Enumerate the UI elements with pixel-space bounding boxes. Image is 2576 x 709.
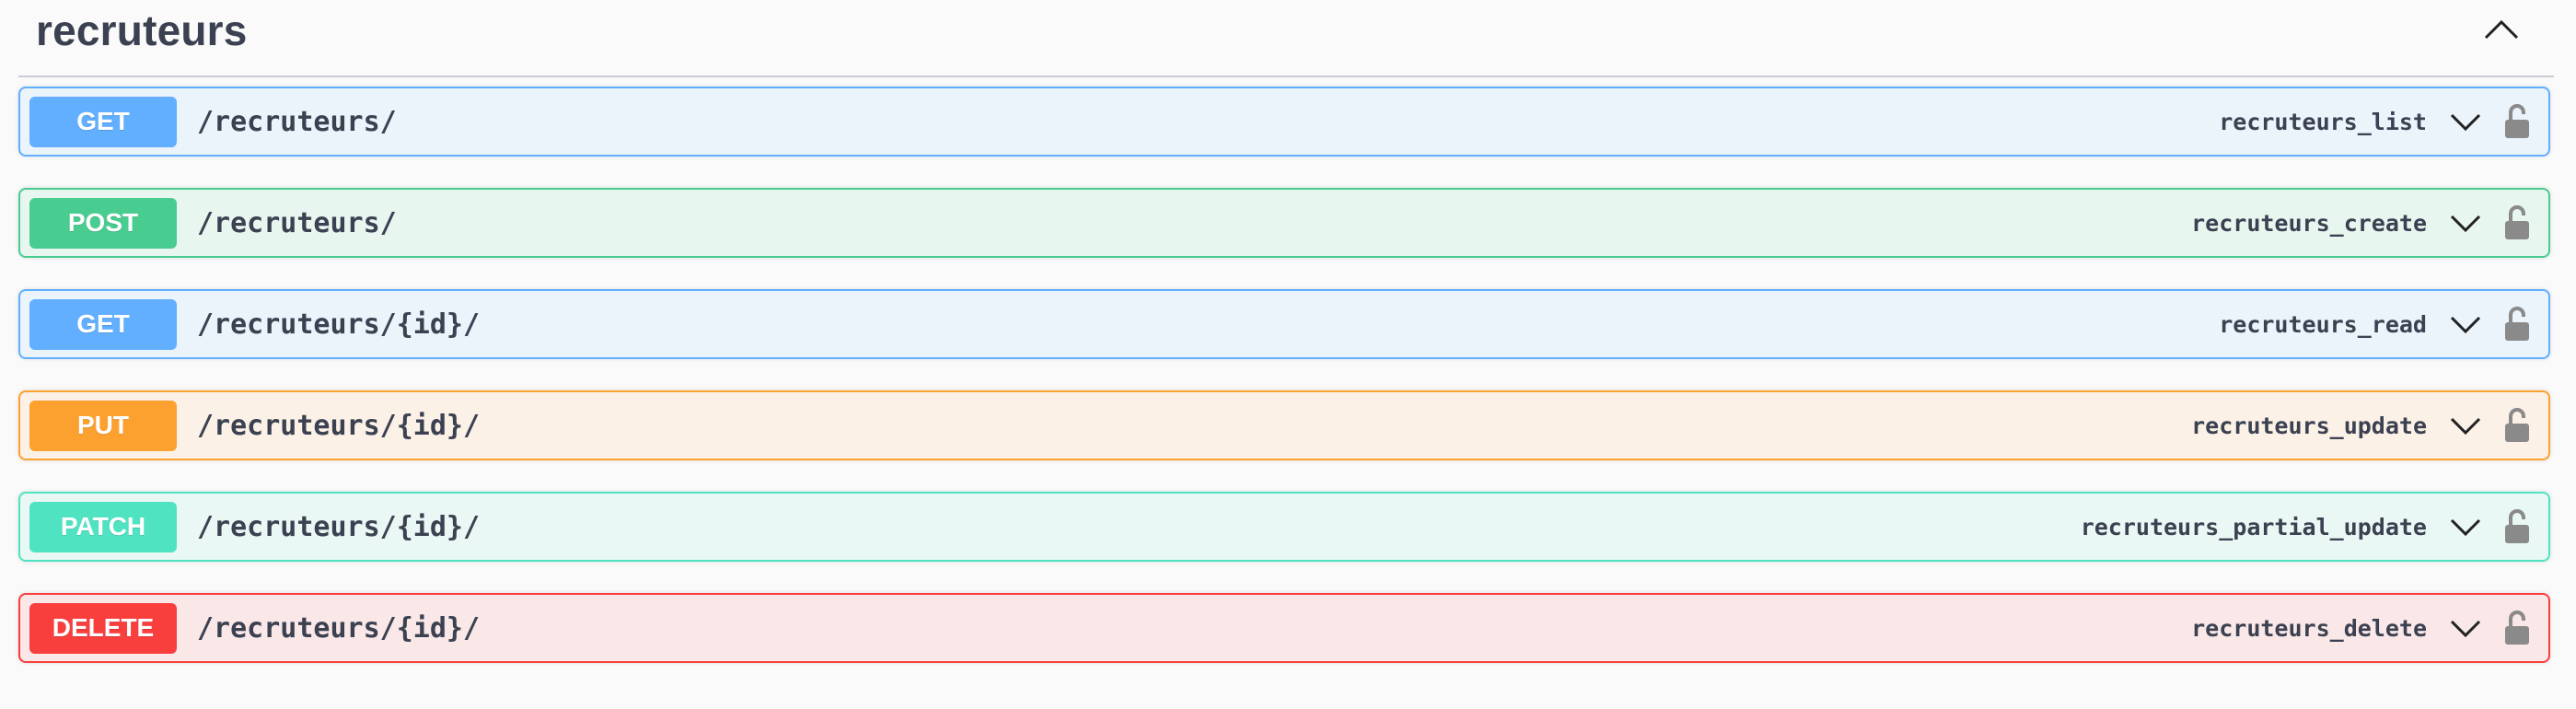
method-badge: GET [29, 96, 177, 147]
operation-path: /recruteurs/{id}/ [197, 308, 481, 341]
operation-id: recruteurs_partial_update [2080, 513, 2427, 540]
method-badge: PATCH [29, 501, 177, 552]
operation-id: recruteurs_list [2219, 108, 2427, 135]
operation-delete-recruteurs-delete[interactable]: DELETE /recruteurs/{id}/ recruteurs_dele… [18, 593, 2550, 663]
method-badge: POST [29, 197, 177, 249]
unlocked-icon[interactable] [2499, 99, 2535, 144]
operation-put-recruteurs-update[interactable]: PUT /recruteurs/{id}/ recruteurs_update [18, 390, 2550, 460]
unlocked-icon[interactable] [2499, 201, 2535, 245]
method-badge: GET [29, 298, 177, 350]
unlocked-icon[interactable] [2499, 505, 2535, 549]
operation-path: /recruteurs/{id}/ [197, 611, 481, 645]
operation-path: /recruteurs/ [197, 105, 397, 138]
operation-path: /recruteurs/{id}/ [197, 510, 481, 543]
unlocked-icon[interactable] [2499, 403, 2535, 447]
operation-path: /recruteurs/ [197, 206, 397, 239]
operation-id: recruteurs_create [2191, 209, 2427, 237]
operation-patch-recruteurs-partial-update[interactable]: PATCH /recruteurs/{id}/ recruteurs_parti… [18, 492, 2550, 562]
unlocked-icon[interactable] [2499, 302, 2535, 346]
operation-id: recruteurs_delete [2191, 614, 2427, 642]
chevron-down-icon[interactable] [2445, 204, 2486, 241]
chevron-down-icon[interactable] [2445, 610, 2486, 646]
tag-title: recruteurs [36, 6, 248, 54]
operation-path: /recruteurs/{id}/ [197, 409, 481, 442]
operation-get-recruteurs-read[interactable]: GET /recruteurs/{id}/ recruteurs_read [18, 289, 2550, 359]
tag-section-recruteurs: recruteurs GET /recruteurs/ recruteurs_l… [18, 0, 2554, 663]
unlocked-icon[interactable] [2499, 606, 2535, 650]
operation-id: recruteurs_update [2191, 412, 2427, 439]
chevron-down-icon[interactable] [2445, 407, 2486, 444]
method-badge: PUT [29, 400, 177, 451]
chevron-up-icon[interactable] [2478, 13, 2524, 46]
operation-post-recruteurs-create[interactable]: POST /recruteurs/ recruteurs_create [18, 188, 2550, 258]
chevron-down-icon[interactable] [2445, 103, 2486, 140]
tag-header[interactable]: recruteurs [18, 0, 2554, 77]
operation-id: recruteurs_read [2219, 310, 2427, 338]
method-badge: DELETE [29, 602, 177, 654]
chevron-down-icon[interactable] [2445, 306, 2486, 343]
chevron-down-icon[interactable] [2445, 508, 2486, 545]
operation-get-recruteurs-list[interactable]: GET /recruteurs/ recruteurs_list [18, 87, 2550, 157]
